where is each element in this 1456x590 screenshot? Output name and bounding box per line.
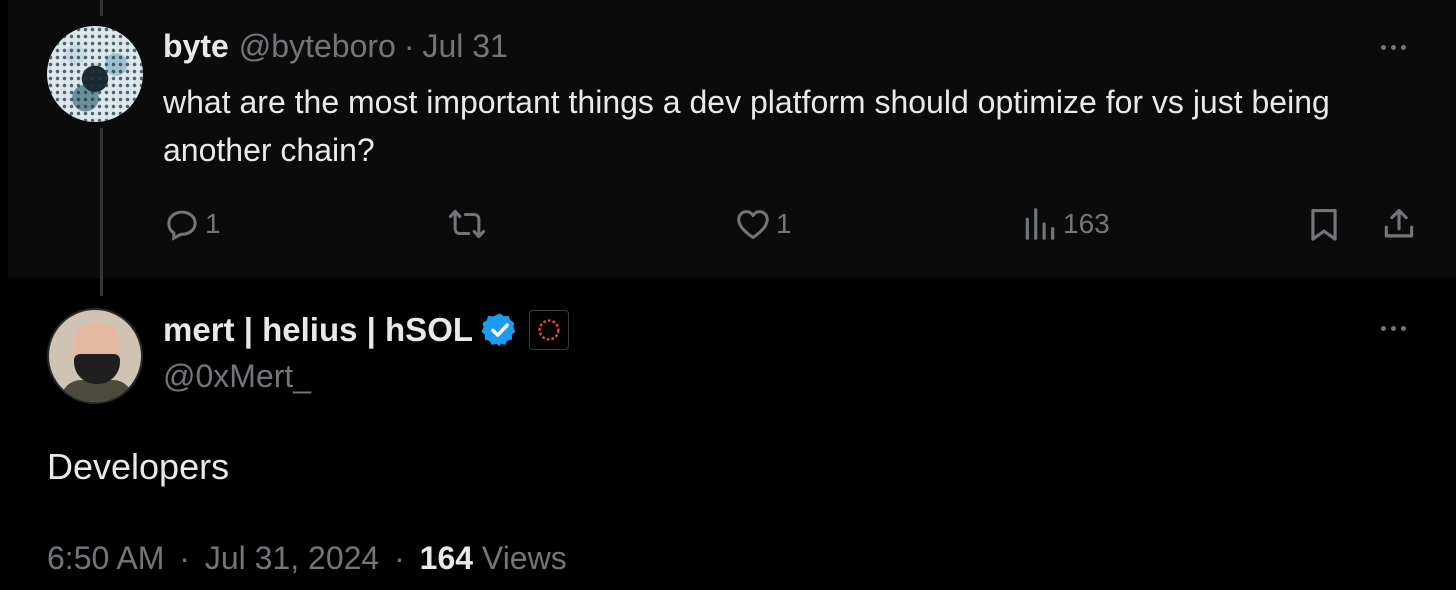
- more-dot: [1391, 45, 1396, 50]
- parent-author-name[interactable]: byte: [163, 28, 229, 65]
- parent-date[interactable]: Jul 31: [422, 28, 507, 65]
- affiliate-badge[interactable]: [529, 310, 570, 350]
- tweet-date[interactable]: Jul 31, 2024: [205, 540, 379, 576]
- share-icon: [1384, 208, 1414, 238]
- parent-separator: ·: [403, 28, 415, 64]
- retweet-icon: [448, 209, 486, 239]
- thread-line: [100, 128, 103, 296]
- tweet-meta: 6:50 AM · Jul 31, 2024 · 164 Views: [47, 540, 567, 577]
- meta-separator: ·: [179, 540, 190, 576]
- avatar-mert[interactable]: [47, 308, 143, 404]
- more-dot: [1401, 326, 1406, 331]
- tweet-time[interactable]: 6:50 AM: [47, 540, 164, 576]
- more-dot: [1381, 326, 1386, 331]
- share-button[interactable]: [1380, 205, 1418, 243]
- affiliate-logo-icon: [538, 319, 560, 341]
- bookmark-button[interactable]: [1305, 205, 1343, 243]
- views-total: 164: [419, 540, 474, 576]
- like-icon: [737, 210, 769, 239]
- parent-more-button[interactable]: [1381, 45, 1406, 50]
- thread-line-top: [100, 0, 103, 16]
- reply-icon: [167, 210, 197, 241]
- main-tweet-text: Developers: [47, 446, 230, 487]
- parent-tweet-text: what are the most important things a dev…: [163, 84, 1330, 168]
- reply-button[interactable]: 1: [163, 205, 221, 243]
- more-dot: [1401, 45, 1406, 50]
- retweet-button[interactable]: [448, 205, 486, 243]
- like-count: 1: [776, 208, 792, 239]
- parent-tweet-header: byte @byteboro · Jul 31: [163, 28, 508, 65]
- avatar-byte[interactable]: [47, 26, 143, 122]
- views-icon: [1025, 208, 1055, 240]
- bookmark-icon: [1311, 208, 1337, 241]
- reply-count: 1: [205, 208, 221, 239]
- parent-author-handle[interactable]: @byteboro: [239, 28, 396, 65]
- more-dot: [1381, 45, 1386, 50]
- main-author-name[interactable]: mert | helius | hSOL: [163, 311, 473, 349]
- views-count: 163: [1063, 208, 1110, 239]
- avatar-pattern: [47, 26, 143, 122]
- main-more-button[interactable]: [1381, 326, 1406, 331]
- like-button[interactable]: 1: [734, 205, 792, 243]
- main-tweet-header: mert | helius | hSOL: [163, 310, 570, 350]
- meta-separator: ·: [394, 540, 405, 576]
- more-dot: [1391, 326, 1396, 331]
- verified-badge-icon[interactable]: [481, 311, 519, 349]
- views-label: Views: [481, 540, 567, 576]
- views-button[interactable]: 163: [1021, 205, 1110, 243]
- main-author-handle[interactable]: @0xMert_: [163, 358, 311, 395]
